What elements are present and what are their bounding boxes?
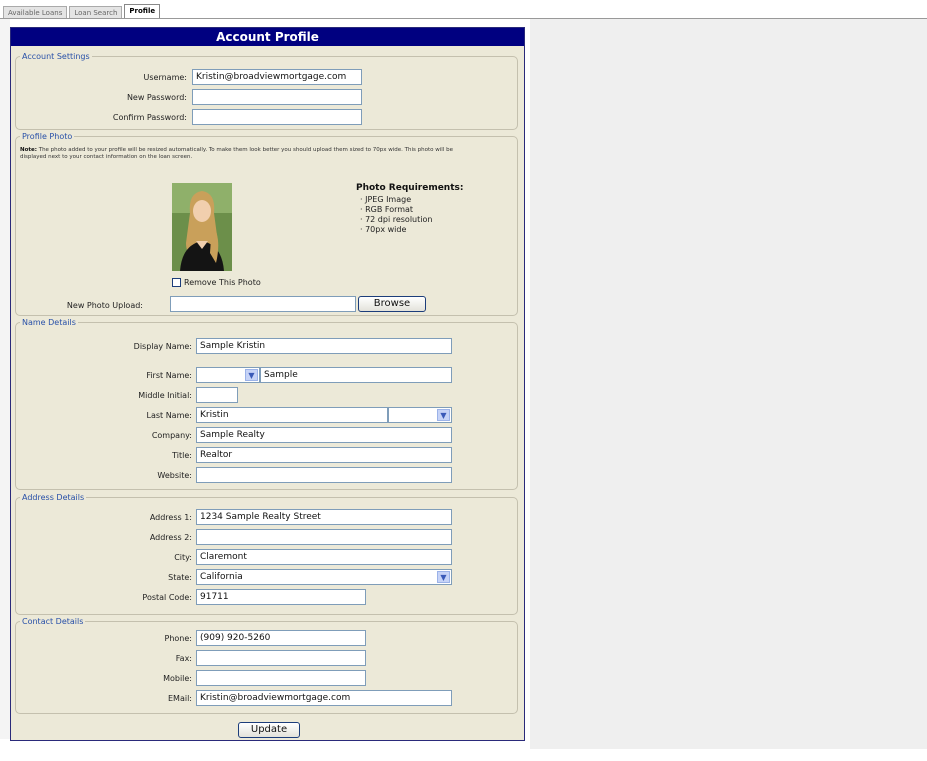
company-input[interactable]: Sample Realty — [196, 427, 452, 443]
name-prefix-select[interactable]: ▼ — [196, 367, 260, 383]
profile-photo-svg — [172, 183, 232, 271]
confirm-password-input[interactable] — [192, 109, 362, 125]
browse-button[interactable]: Browse — [358, 296, 426, 312]
fax-input[interactable] — [196, 650, 366, 666]
state-select[interactable]: California ▼ — [196, 569, 452, 585]
photo-note-label: Note: — [20, 147, 37, 153]
requirement-rgb: · RGB Format — [360, 205, 414, 214]
email-label: EMail: — [168, 694, 192, 703]
address1-input[interactable]: 1234 Sample Realty Street — [196, 509, 452, 525]
first-name-input[interactable]: Sample — [260, 367, 452, 383]
state-select-value: California — [200, 572, 243, 582]
website-label: Website: — [157, 471, 192, 480]
requirement-dpi: · 72 dpi resolution — [360, 215, 433, 224]
account-settings-section: Account Settings Username: Kristin@broad… — [15, 52, 518, 130]
photo-requirements-title: Photo Requirements: — [356, 183, 464, 193]
first-name-label: First Name: — [146, 371, 192, 380]
requirement-jpeg: · JPEG Image — [360, 195, 412, 204]
address2-input[interactable] — [196, 529, 452, 545]
display-name-input[interactable]: Sample Kristin — [196, 338, 452, 354]
city-input[interactable]: Claremont — [196, 549, 452, 565]
name-details-section: Name Details Display Name: Sample Kristi… — [15, 318, 518, 490]
contact-details-legend: Contact Details — [22, 617, 84, 626]
middle-initial-input[interactable] — [196, 387, 238, 403]
last-name-label: Last Name: — [146, 411, 192, 420]
requirement-width: · 70px wide — [360, 225, 407, 234]
photo-note-text: The photo added to your profile will be … — [20, 147, 453, 160]
display-name-label: Display Name: — [133, 342, 192, 351]
chevron-down-icon[interactable]: ▼ — [437, 571, 450, 583]
fax-label: Fax: — [175, 654, 192, 663]
city-label: City: — [174, 553, 192, 562]
username-label: Username: — [143, 73, 187, 82]
name-suffix-select[interactable]: ▼ — [388, 407, 452, 423]
update-button[interactable]: Update — [238, 722, 300, 738]
phone-label: Phone: — [164, 634, 192, 643]
address-details-section: Address Details Address 1: 1234 Sample R… — [15, 493, 518, 615]
address-details-legend: Address Details — [22, 493, 85, 502]
contact-details-section: Contact Details Phone: (909) 920-5260 Fa… — [15, 617, 518, 714]
postal-code-label: Postal Code: — [142, 593, 192, 602]
left-margin — [0, 19, 10, 739]
profile-photo-legend: Profile Photo — [22, 132, 73, 141]
postal-code-input[interactable]: 91711 — [196, 589, 366, 605]
chevron-down-icon[interactable]: ▼ — [245, 369, 258, 381]
tab-bar: Available Loans Loan Search Profile — [3, 4, 162, 19]
remove-photo-checkbox[interactable] — [172, 278, 181, 287]
title-input[interactable]: Realtor — [196, 447, 452, 463]
panel-title: Account Profile — [11, 28, 524, 46]
address2-label: Address 2: — [149, 533, 192, 542]
username-input[interactable]: Kristin@broadviewmortgage.com — [192, 69, 362, 85]
photo-note: Note: The photo added to your profile wi… — [20, 147, 460, 161]
new-password-label: New Password: — [126, 93, 187, 102]
tab-profile[interactable]: Profile — [124, 4, 161, 19]
title-label: Title: — [172, 451, 192, 460]
profile-photo-section: Profile Photo Note: The photo added to y… — [15, 132, 518, 316]
mobile-input[interactable] — [196, 670, 366, 686]
account-settings-legend: Account Settings — [22, 52, 90, 61]
new-photo-upload-label: New Photo Upload: — [66, 301, 143, 310]
photo-upload-path[interactable] — [170, 296, 356, 312]
profile-photo-image — [172, 183, 232, 271]
middle-initial-label: Middle Initial: — [138, 391, 192, 400]
confirm-password-label: Confirm Password: — [112, 113, 187, 122]
website-input[interactable] — [196, 467, 452, 483]
company-label: Company: — [151, 431, 192, 440]
account-profile-panel: Account Profile Account Settings Usernam… — [10, 27, 525, 741]
last-name-input[interactable]: Kristin — [196, 407, 388, 423]
new-password-input[interactable] — [192, 89, 362, 105]
name-details-legend: Name Details — [22, 318, 76, 327]
phone-input[interactable]: (909) 920-5260 — [196, 630, 366, 646]
mobile-label: Mobile: — [163, 674, 192, 683]
state-label: State: — [168, 573, 192, 582]
remove-photo-label: Remove This Photo — [184, 278, 261, 287]
email-input[interactable]: Kristin@broadviewmortgage.com — [196, 690, 452, 706]
address1-label: Address 1: — [149, 513, 192, 522]
right-empty-area — [530, 19, 927, 749]
chevron-down-icon[interactable]: ▼ — [437, 409, 450, 421]
